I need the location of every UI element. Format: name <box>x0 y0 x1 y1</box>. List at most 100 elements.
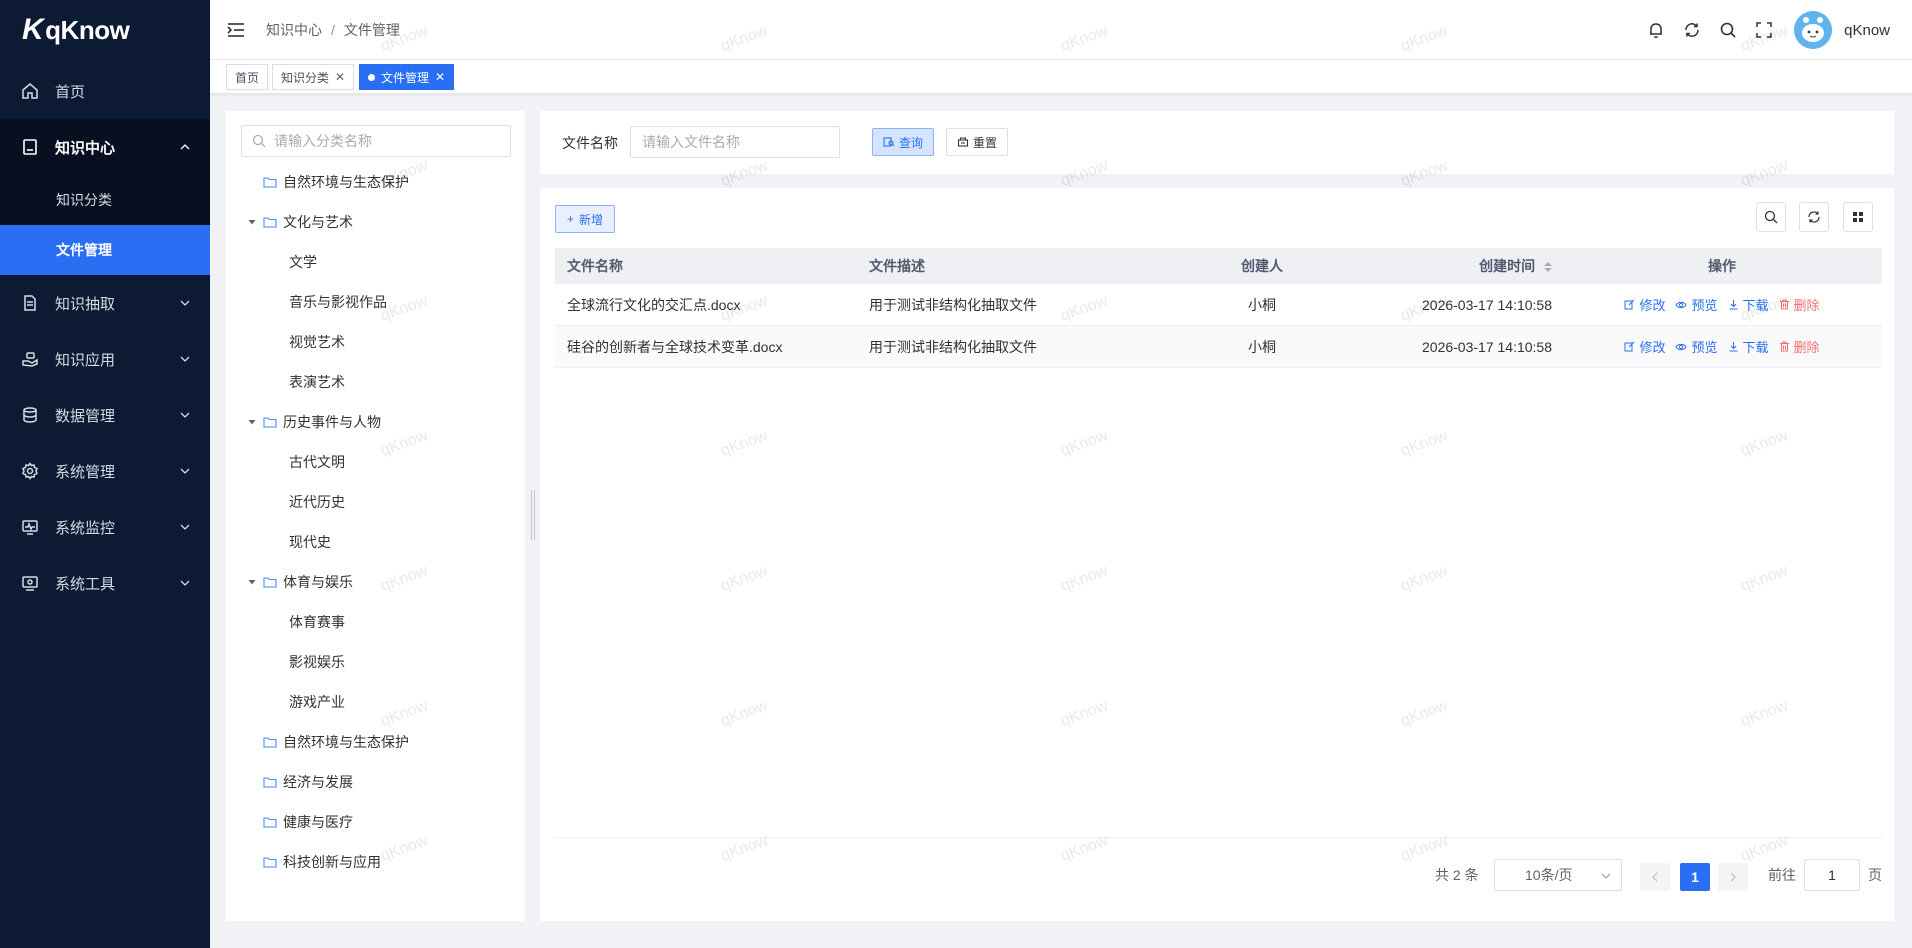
search-form: 文件名称 请输入文件名称 查询 重置 <box>540 111 1894 174</box>
tree-node[interactable]: 体育赛事 <box>289 610 345 634</box>
category-search-placeholder: 请输入分类名称 <box>274 133 372 149</box>
tag-knowledge-category[interactable]: 知识分类 ✕ <box>272 64 355 90</box>
query-button[interactable]: 查询 <box>872 128 935 156</box>
preview-label: 预览 <box>1691 298 1718 313</box>
username[interactable]: qKnow <box>1844 22 1890 39</box>
goto-page-input[interactable]: 1 <box>1804 859 1860 891</box>
tag-home[interactable]: 首页 <box>226 64 269 90</box>
sidebar-item-knowledge-category[interactable]: 知识分类 <box>0 175 210 225</box>
column-header-created-time[interactable]: 创建时间 <box>1297 256 1562 276</box>
refresh-icon[interactable] <box>1682 20 1702 40</box>
next-page-button[interactable] <box>1718 863 1748 891</box>
grid-icon <box>1853 212 1863 222</box>
delete-button[interactable]: 删除 <box>1779 337 1820 356</box>
file-name-placeholder: 请输入文件名称 <box>642 134 740 150</box>
fullscreen-icon[interactable] <box>1754 20 1774 40</box>
sidebar-item-home[interactable]: 首页 <box>0 63 210 119</box>
logo-mark: K <box>22 13 44 46</box>
caret-down-icon[interactable] <box>247 417 257 427</box>
tree-node[interactable]: 影视娱乐 <box>289 650 345 674</box>
tree-node[interactable]: 自然环境与生态保护 <box>247 730 409 754</box>
tree-node[interactable]: 音乐与影视作品 <box>289 290 387 314</box>
add-button[interactable]: + 新增 <box>555 205 616 233</box>
table-row[interactable]: 硅谷的创新者与全球技术变革.docx 用于测试非结构化抽取文件 小桐 2026-03-… <box>555 326 1882 368</box>
page-size-select[interactable]: 10条/页 <box>1494 859 1622 891</box>
sidebar-item-knowledge-center[interactable]: 知识中心 <box>0 119 210 175</box>
search-icon[interactable] <box>1718 20 1738 40</box>
preview-button[interactable]: 预览 <box>1675 337 1718 356</box>
prev-page-button[interactable] <box>1640 863 1670 891</box>
sidebar-item-data-management[interactable]: 数据管理 <box>0 387 210 443</box>
tree-node[interactable]: 经济与发展 <box>247 770 353 794</box>
tree-node[interactable]: 健康与医疗 <box>247 810 353 834</box>
tree-node-label: 现代史 <box>289 534 331 550</box>
edit-icon <box>1624 341 1639 352</box>
app-logo[interactable]: K qKnow <box>0 0 210 60</box>
sidebar-item-system-tools[interactable]: 系统工具 <box>0 555 210 611</box>
preview-button[interactable]: 预览 <box>1675 295 1718 314</box>
category-search-input[interactable]: 请输入分类名称 <box>241 125 511 157</box>
avatar[interactable] <box>1794 11 1833 49</box>
refresh-icon <box>1808 211 1820 223</box>
columns-button[interactable] <box>1843 202 1873 232</box>
active-dot-icon <box>368 73 375 81</box>
file-name-label: 文件名称 <box>562 135 618 151</box>
panel-splitter[interactable] <box>531 490 535 540</box>
breadcrumb: 知识中心 / 文件管理 <box>266 20 400 40</box>
tree-node[interactable]: 视觉艺术 <box>289 330 345 354</box>
caret-down-icon[interactable] <box>247 217 257 227</box>
tree-node-label: 近代历史 <box>289 494 345 510</box>
tree-node[interactable]: 表演艺术 <box>289 370 345 394</box>
caret-down-icon[interactable] <box>247 577 257 587</box>
column-header-file-name: 文件名称 <box>567 258 623 274</box>
tree-node[interactable]: 科技创新与应用 <box>247 850 381 874</box>
tree-node[interactable]: 古代文明 <box>289 450 345 474</box>
chevron-down-icon <box>180 524 190 530</box>
tag-file-management[interactable]: 文件管理 ✕ <box>359 64 455 90</box>
edit-button[interactable]: 修改 <box>1624 295 1665 314</box>
download-button[interactable]: 下载 <box>1728 295 1769 314</box>
cell-actions: 修改 预览 下载 删除 <box>1562 295 1882 314</box>
tree-node[interactable]: 文化与艺术 <box>247 210 353 234</box>
close-icon[interactable]: ✕ <box>335 70 345 84</box>
sort-icon[interactable] <box>1544 262 1552 273</box>
sidebar: K qKnow 首页 知识中心 知识分类 文件管理 知识抽取 知识应用 数据管理… <box>0 0 210 948</box>
toggle-search-button[interactable] <box>1756 202 1786 232</box>
sidebar-item-knowledge-extraction[interactable]: 知识抽取 <box>0 275 210 331</box>
close-icon[interactable]: ✕ <box>435 70 445 84</box>
chevron-down-icon <box>180 356 190 362</box>
tree-node[interactable]: 历史事件与人物 <box>247 410 381 434</box>
tree-node[interactable]: 近代历史 <box>289 490 345 514</box>
tree-node[interactable]: 文学 <box>289 250 317 274</box>
tree-node[interactable]: 自然环境与生态保护 <box>247 170 409 194</box>
sidebar-item-system-monitor[interactable]: 系统监控 <box>0 499 210 555</box>
delete-button[interactable]: 删除 <box>1779 295 1820 314</box>
bell-icon[interactable] <box>1646 20 1666 40</box>
refresh-table-button[interactable] <box>1799 202 1829 232</box>
column-header-description: 文件描述 <box>869 258 925 274</box>
reset-button[interactable]: 重置 <box>946 128 1009 156</box>
collapse-menu-icon[interactable] <box>226 20 246 40</box>
table-row[interactable]: 全球流行文化的交汇点.docx 用于测试非结构化抽取文件 小桐 2026-03-17 … <box>555 284 1882 326</box>
tree-node[interactable]: 现代史 <box>289 530 331 554</box>
breadcrumb-item[interactable]: 知识中心 <box>266 20 322 40</box>
toolbox-icon <box>20 573 40 593</box>
document-extract-icon <box>20 293 40 313</box>
pagination-total: 共 2 条 <box>1435 867 1479 883</box>
tree-node[interactable]: 体育与娱乐 <box>247 570 353 594</box>
chevron-left-icon <box>1652 872 1658 882</box>
edit-button[interactable]: 修改 <box>1624 337 1665 356</box>
category-tree-panel: 请输入分类名称 自然环境与生态保护 文化与艺术 文学 音乐与影视作品 视觉艺术 表演艺术历… <box>226 111 525 921</box>
sidebar-item-file-management[interactable]: 文件管理 <box>0 225 210 275</box>
tree-node-label: 健康与医疗 <box>283 814 353 830</box>
delete-icon <box>1779 341 1794 352</box>
file-name-input[interactable]: 请输入文件名称 <box>630 126 840 158</box>
download-button[interactable]: 下载 <box>1728 337 1769 356</box>
tree-node-label: 文学 <box>289 254 317 270</box>
tree-node[interactable]: 游戏产业 <box>289 690 345 714</box>
tree-node-label: 文化与艺术 <box>283 214 353 230</box>
page-number-current[interactable]: 1 <box>1680 863 1710 891</box>
download-label: 下载 <box>1742 340 1769 355</box>
sidebar-item-system-management[interactable]: 系统管理 <box>0 443 210 499</box>
sidebar-item-knowledge-application[interactable]: 知识应用 <box>0 331 210 387</box>
